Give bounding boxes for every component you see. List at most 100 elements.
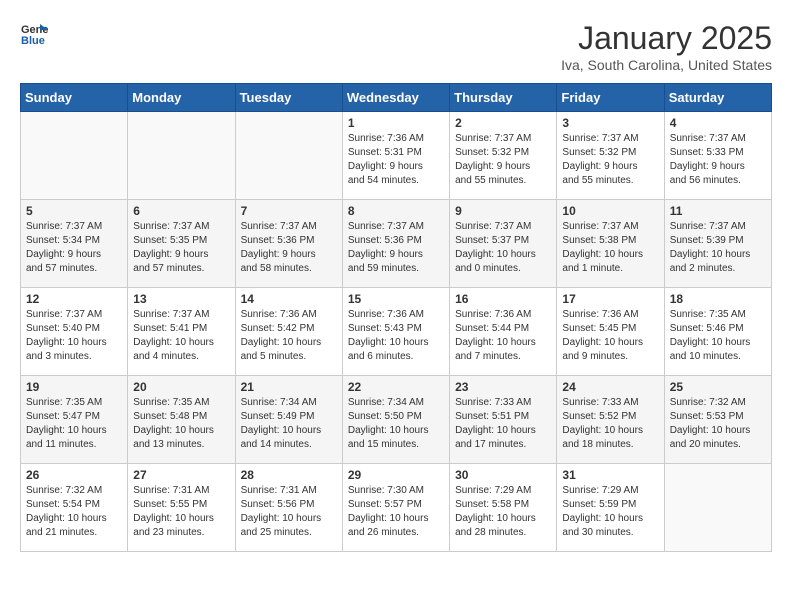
day-cell: 30Sunrise: 7:29 AM Sunset: 5:58 PM Dayli… [450,464,557,552]
day-info: Sunrise: 7:37 AM Sunset: 5:33 PM Dayligh… [670,132,766,188]
calendar-table: SundayMondayTuesdayWednesdayThursdayFrid… [20,83,772,552]
day-cell: 21 Sunrise: 7:34 AM Sunset: 5:49 PM Dayli… [235,376,342,464]
day-cell: 22 Sunrise: 7:34 AM Sunset: 5:50 PM Dayli… [342,376,449,464]
day-info: Sunrise: 7:36 AM Sunset: 5:43 PM Dayligh… [348,308,444,364]
day-number: 10 [562,204,658,218]
day-cell: 11 Sunrise: 7:37 AM Sunset: 5:39 PM Dayli… [664,200,771,288]
day-number: 14 [241,292,337,306]
day-info: Sunrise: 7:35 AM Sunset: 5:47 PM Dayligh… [26,396,122,452]
day-cell: 4Sunrise: 7:37 AM Sunset: 5:33 PM Daylig… [664,112,771,200]
week-row-5: 26 Sunrise: 7:32 AM Sunset: 5:54 PM Dayli… [21,464,772,552]
day-cell: 14 Sunrise: 7:36 AM Sunset: 5:42 PM Dayli… [235,288,342,376]
day-cell: 6 Sunrise: 7:37 AM Sunset: 5:35 PM Daylig… [128,200,235,288]
weekday-header-monday: Monday [128,84,235,112]
day-cell: 25 Sunrise: 7:32 AM Sunset: 5:53 PM Dayli… [664,376,771,464]
page-header: General Blue January 2025 Iva, South Car… [20,20,772,73]
day-number: 3 [562,116,658,130]
day-info: Sunrise: 7:30 AM Sunset: 5:57 PM Dayligh… [348,484,444,540]
day-cell: 27Sunrise: 7:31 AM Sunset: 5:55 PM Dayli… [128,464,235,552]
day-number: 17 [562,292,658,306]
day-info: Sunrise: 7:35 AM Sunset: 5:48 PM Dayligh… [133,396,229,452]
day-cell: 17 Sunrise: 7:36 AM Sunset: 5:45 PM Dayli… [557,288,664,376]
day-number: 20 [133,380,229,394]
day-cell: 3Sunrise: 7:37 AM Sunset: 5:32 PM Daylig… [557,112,664,200]
day-number: 26 [26,468,122,482]
day-number: 23 [455,380,551,394]
day-number: 8 [348,204,444,218]
day-number: 15 [348,292,444,306]
day-cell: 10 Sunrise: 7:37 AM Sunset: 5:38 PM Dayli… [557,200,664,288]
day-number: 1 [348,116,444,130]
day-info: Sunrise: 7:37 AM Sunset: 5:37 PM Dayligh… [455,220,551,276]
weekday-header-sunday: Sunday [21,84,128,112]
weekday-header-row: SundayMondayTuesdayWednesdayThursdayFrid… [21,84,772,112]
day-cell [21,112,128,200]
day-cell: 13Sunrise: 7:37 AM Sunset: 5:41 PM Dayli… [128,288,235,376]
day-info: Sunrise: 7:37 AM Sunset: 5:34 PM Dayligh… [26,220,122,276]
day-number: 6 [133,204,229,218]
day-number: 19 [26,380,122,394]
day-info: Sunrise: 7:32 AM Sunset: 5:54 PM Dayligh… [26,484,122,540]
day-info: Sunrise: 7:36 AM Sunset: 5:42 PM Dayligh… [241,308,337,364]
calendar-subtitle: Iva, South Carolina, United States [561,57,772,73]
day-info: Sunrise: 7:31 AM Sunset: 5:56 PM Dayligh… [241,484,337,540]
day-cell: 8 Sunrise: 7:37 AM Sunset: 5:36 PM Daylig… [342,200,449,288]
week-row-4: 19 Sunrise: 7:35 AM Sunset: 5:47 PM Dayli… [21,376,772,464]
week-row-2: 5 Sunrise: 7:37 AM Sunset: 5:34 PM Daylig… [21,200,772,288]
day-cell: 20 Sunrise: 7:35 AM Sunset: 5:48 PM Dayli… [128,376,235,464]
day-number: 24 [562,380,658,394]
weekday-header-wednesday: Wednesday [342,84,449,112]
day-cell: 9Sunrise: 7:37 AM Sunset: 5:37 PM Daylig… [450,200,557,288]
day-cell: 23 Sunrise: 7:33 AM Sunset: 5:51 PM Dayli… [450,376,557,464]
day-number: 11 [670,204,766,218]
day-info: Sunrise: 7:36 AM Sunset: 5:45 PM Dayligh… [562,308,658,364]
day-cell: 12Sunrise: 7:37 AM Sunset: 5:40 PM Dayli… [21,288,128,376]
day-number: 21 [241,380,337,394]
day-info: Sunrise: 7:37 AM Sunset: 5:40 PM Dayligh… [26,308,122,364]
day-info: Sunrise: 7:35 AM Sunset: 5:46 PM Dayligh… [670,308,766,364]
day-info: Sunrise: 7:37 AM Sunset: 5:36 PM Dayligh… [348,220,444,276]
day-cell: 16 Sunrise: 7:36 AM Sunset: 5:44 PM Dayli… [450,288,557,376]
day-info: Sunrise: 7:37 AM Sunset: 5:38 PM Dayligh… [562,220,658,276]
day-number: 2 [455,116,551,130]
svg-text:Blue: Blue [21,35,45,47]
weekday-header-saturday: Saturday [664,84,771,112]
day-number: 16 [455,292,551,306]
day-cell: 29 Sunrise: 7:30 AM Sunset: 5:57 PM Dayli… [342,464,449,552]
day-cell: 26 Sunrise: 7:32 AM Sunset: 5:54 PM Dayli… [21,464,128,552]
day-number: 30 [455,468,551,482]
day-info: Sunrise: 7:33 AM Sunset: 5:52 PM Dayligh… [562,396,658,452]
day-info: Sunrise: 7:33 AM Sunset: 5:51 PM Dayligh… [455,396,551,452]
day-info: Sunrise: 7:32 AM Sunset: 5:53 PM Dayligh… [670,396,766,452]
day-cell: 19 Sunrise: 7:35 AM Sunset: 5:47 PM Dayli… [21,376,128,464]
day-info: Sunrise: 7:36 AM Sunset: 5:44 PM Dayligh… [455,308,551,364]
day-number: 25 [670,380,766,394]
weekday-header-thursday: Thursday [450,84,557,112]
day-cell: 5 Sunrise: 7:37 AM Sunset: 5:34 PM Daylig… [21,200,128,288]
day-info: Sunrise: 7:34 AM Sunset: 5:50 PM Dayligh… [348,396,444,452]
week-row-3: 12Sunrise: 7:37 AM Sunset: 5:40 PM Dayli… [21,288,772,376]
day-info: Sunrise: 7:37 AM Sunset: 5:35 PM Dayligh… [133,220,229,276]
day-number: 29 [348,468,444,482]
day-cell: 7Sunrise: 7:37 AM Sunset: 5:36 PM Daylig… [235,200,342,288]
day-number: 22 [348,380,444,394]
week-row-1: 1 Sunrise: 7:36 AM Sunset: 5:31 PM Daylig… [21,112,772,200]
weekday-header-friday: Friday [557,84,664,112]
weekday-header-tuesday: Tuesday [235,84,342,112]
day-info: Sunrise: 7:29 AM Sunset: 5:59 PM Dayligh… [562,484,658,540]
title-block: January 2025 Iva, South Carolina, United… [561,20,772,73]
day-number: 5 [26,204,122,218]
day-info: Sunrise: 7:34 AM Sunset: 5:49 PM Dayligh… [241,396,337,452]
day-info: Sunrise: 7:37 AM Sunset: 5:36 PM Dayligh… [241,220,337,276]
day-cell: 15 Sunrise: 7:36 AM Sunset: 5:43 PM Dayli… [342,288,449,376]
day-info: Sunrise: 7:36 AM Sunset: 5:31 PM Dayligh… [348,132,444,188]
day-cell [664,464,771,552]
day-cell [128,112,235,200]
day-cell: 2Sunrise: 7:37 AM Sunset: 5:32 PM Daylig… [450,112,557,200]
day-cell [235,112,342,200]
calendar-title: January 2025 [561,20,772,57]
day-number: 18 [670,292,766,306]
day-cell: 18 Sunrise: 7:35 AM Sunset: 5:46 PM Dayli… [664,288,771,376]
day-number: 27 [133,468,229,482]
day-info: Sunrise: 7:37 AM Sunset: 5:39 PM Dayligh… [670,220,766,276]
